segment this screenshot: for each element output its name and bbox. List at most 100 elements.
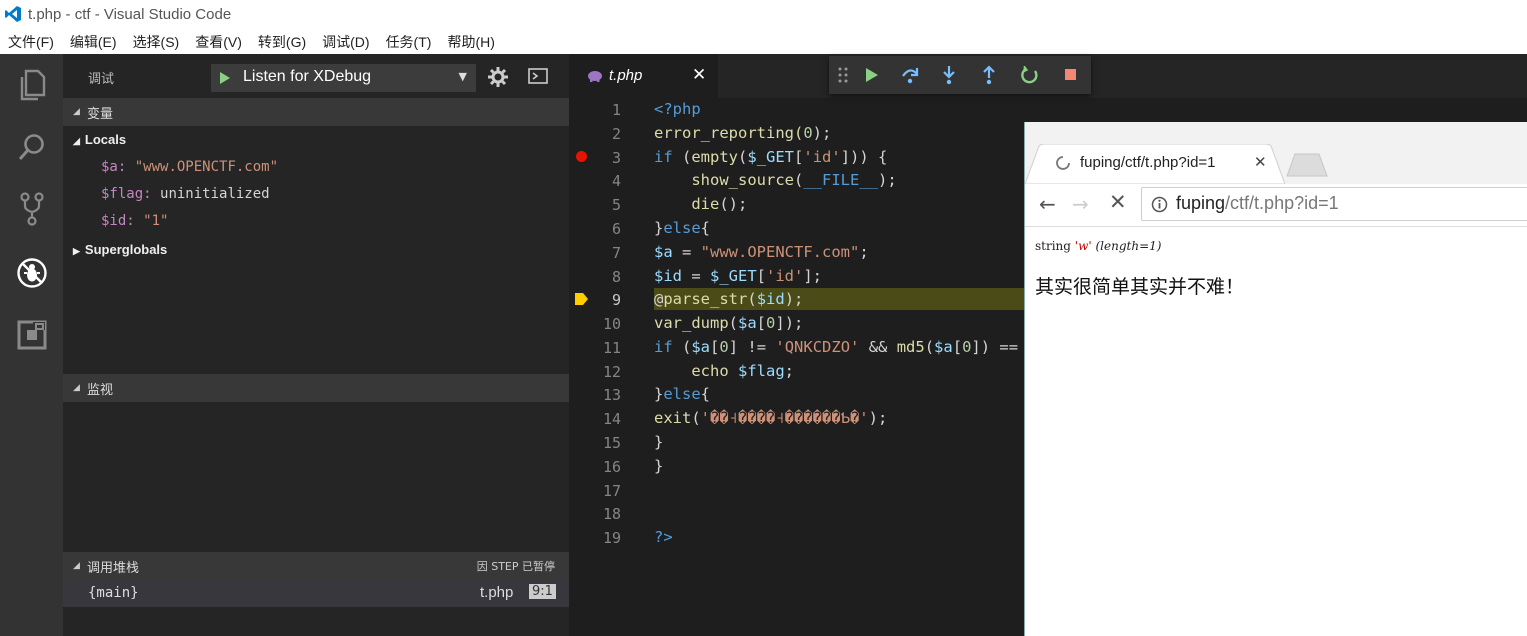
drag-handle-icon[interactable] xyxy=(838,67,848,83)
step-over-icon[interactable] xyxy=(901,66,919,84)
var-dump-output: string 'w' (length=1) xyxy=(1035,239,1161,253)
code-line: ?> xyxy=(654,528,673,546)
line-number: 18 xyxy=(602,505,621,523)
url-text: fuping/ctf/t.php?id=1 xyxy=(1176,193,1339,213)
watch-section-header[interactable]: ◢ 监视 xyxy=(63,374,569,402)
menu-selection[interactable]: 选择(S) xyxy=(125,32,188,52)
debug-title: 调试 xyxy=(88,72,115,87)
debug-config-label: Listen for XDebug xyxy=(243,68,372,85)
code-line: @parse_str($id); xyxy=(654,290,804,308)
menu-help[interactable]: 帮助(H) xyxy=(439,32,502,52)
stop-icon[interactable] xyxy=(1065,69,1076,80)
callstack-section-header[interactable]: ◢ 调用堆栈 因 STEP 已暂停 xyxy=(63,552,569,580)
debug-toolbar xyxy=(829,56,1091,94)
debug-icon[interactable] xyxy=(0,248,63,298)
variable-value: "1" xyxy=(143,213,169,229)
menu-bar: 文件(F) 编辑(E) 选择(S) 查看(V) 转到(G) 调试(D) 任务(T… xyxy=(0,30,1527,54)
collapsed-triangle-icon: ▶ xyxy=(73,246,80,256)
restart-icon[interactable] xyxy=(1021,66,1039,84)
tab-label: t.php xyxy=(609,67,643,84)
line-number: 14 xyxy=(602,410,621,428)
variable-name: $flag: xyxy=(101,186,152,202)
code-line: error_reporting(0); xyxy=(654,124,832,142)
line-number: 1 xyxy=(611,101,621,119)
vscode-logo-icon xyxy=(5,6,21,22)
step-into-icon[interactable] xyxy=(942,65,956,85)
line-number: 12 xyxy=(602,363,621,381)
code-line: $a = "www.OPENCTF.com"; xyxy=(654,243,869,261)
variable-flag[interactable]: $flag: uninitialized xyxy=(101,186,270,202)
step-out-icon[interactable] xyxy=(982,65,996,85)
code-line: var_dump($a[0]); xyxy=(654,314,804,332)
code-line: }else{ xyxy=(654,385,711,403)
code-line: show_source(__FILE__); xyxy=(691,171,897,189)
menu-view[interactable]: 查看(V) xyxy=(187,32,250,52)
variables-section-title: 变量 xyxy=(87,106,114,122)
line-number: 2 xyxy=(611,125,621,143)
line-number: 6 xyxy=(611,220,621,238)
line-number: 16 xyxy=(602,458,621,476)
address-bar[interactable]: fuping/ctf/t.php?id=1 xyxy=(1141,187,1527,221)
extensions-icon[interactable] xyxy=(0,310,63,360)
dump-value: 'w' xyxy=(1074,239,1092,253)
new-tab-icon[interactable] xyxy=(1285,152,1329,178)
variable-value: "www.OPENCTF.com" xyxy=(134,159,279,175)
line-number: 5 xyxy=(611,196,621,214)
callstack-section-title: 调用堆栈 xyxy=(87,560,140,576)
browser-tab-title[interactable]: fuping/ctf/t.php?id=1 xyxy=(1080,154,1216,171)
watch-section-title: 监视 xyxy=(87,382,114,398)
code-line: die(); xyxy=(691,195,748,213)
variable-value: uninitialized xyxy=(160,186,270,202)
line-number: 3 xyxy=(611,149,621,167)
page-body-text: 其实很简单其实并不难！ xyxy=(1035,276,1245,298)
line-number: 19 xyxy=(602,529,621,547)
explorer-icon[interactable] xyxy=(0,60,63,110)
activity-bar xyxy=(0,54,63,636)
collapse-triangle-icon: ◢ xyxy=(73,561,80,571)
close-tab-icon[interactable]: ✕ xyxy=(1254,153,1267,171)
title-bar: t.php - ctf - Visual Studio Code xyxy=(0,0,1527,30)
line-number: 13 xyxy=(602,386,621,404)
code-line: if ($a[0] != 'QNKCDZO' && md5($a[0]) == xyxy=(654,338,1019,356)
info-icon[interactable] xyxy=(1151,196,1168,213)
debug-config-select[interactable]: Listen for XDebug ▼ xyxy=(211,64,476,92)
line-number: 11 xyxy=(602,339,621,357)
loading-spinner-icon xyxy=(1056,156,1070,170)
menu-edit[interactable]: 编辑(E) xyxy=(62,32,125,52)
source-control-icon[interactable] xyxy=(0,184,63,234)
variable-name: $id: xyxy=(101,213,135,229)
start-debug-icon[interactable] xyxy=(219,71,231,85)
code-line: exit('��˧����˧������Ƅ�'); xyxy=(654,409,888,427)
locals-scope[interactable]: ◢ Locals xyxy=(73,132,126,147)
stack-frame-row[interactable]: {main} t.php 9:1 xyxy=(63,580,569,607)
collapse-triangle-icon: ◢ xyxy=(73,383,80,393)
forward-icon[interactable]: → xyxy=(1072,192,1089,216)
code-line: if (empty($_GET['id'])) { xyxy=(654,148,888,166)
menu-debug[interactable]: 调试(D) xyxy=(314,32,377,52)
line-number: 8 xyxy=(611,268,621,286)
superglobals-scope[interactable]: ▶ Superglobals xyxy=(73,242,167,257)
tab-t-php[interactable]: t.php ✕ xyxy=(569,54,718,98)
back-icon[interactable]: ← xyxy=(1039,192,1056,216)
menu-go[interactable]: 转到(G) xyxy=(250,32,314,52)
variable-a[interactable]: $a: "www.OPENCTF.com" xyxy=(101,159,278,175)
debug-console-icon[interactable] xyxy=(528,68,548,84)
php-elephant-icon xyxy=(588,71,602,82)
close-icon[interactable]: ✕ xyxy=(692,65,706,85)
debug-header: 调试 Listen for XDebug ▼ xyxy=(63,54,569,98)
line-number: 9 xyxy=(611,291,621,309)
superglobals-label: Superglobals xyxy=(84,242,168,257)
stop-loading-icon[interactable]: ✕ xyxy=(1109,190,1127,214)
code-line: }else{ xyxy=(654,219,711,237)
variable-id[interactable]: $id: "1" xyxy=(101,213,168,229)
variable-name: $a: xyxy=(101,159,127,175)
code-line: echo $flag; xyxy=(691,362,795,380)
menu-tasks[interactable]: 任务(T) xyxy=(378,32,440,52)
gear-icon[interactable] xyxy=(488,67,508,87)
continue-icon[interactable] xyxy=(865,67,879,83)
menu-file[interactable]: 文件(F) xyxy=(0,32,62,52)
stack-frame-file: t.php xyxy=(480,584,514,601)
expanded-triangle-icon: ◢ xyxy=(73,136,80,146)
search-icon[interactable] xyxy=(0,122,63,172)
variables-section-header[interactable]: ◢ 变量 xyxy=(63,98,569,126)
